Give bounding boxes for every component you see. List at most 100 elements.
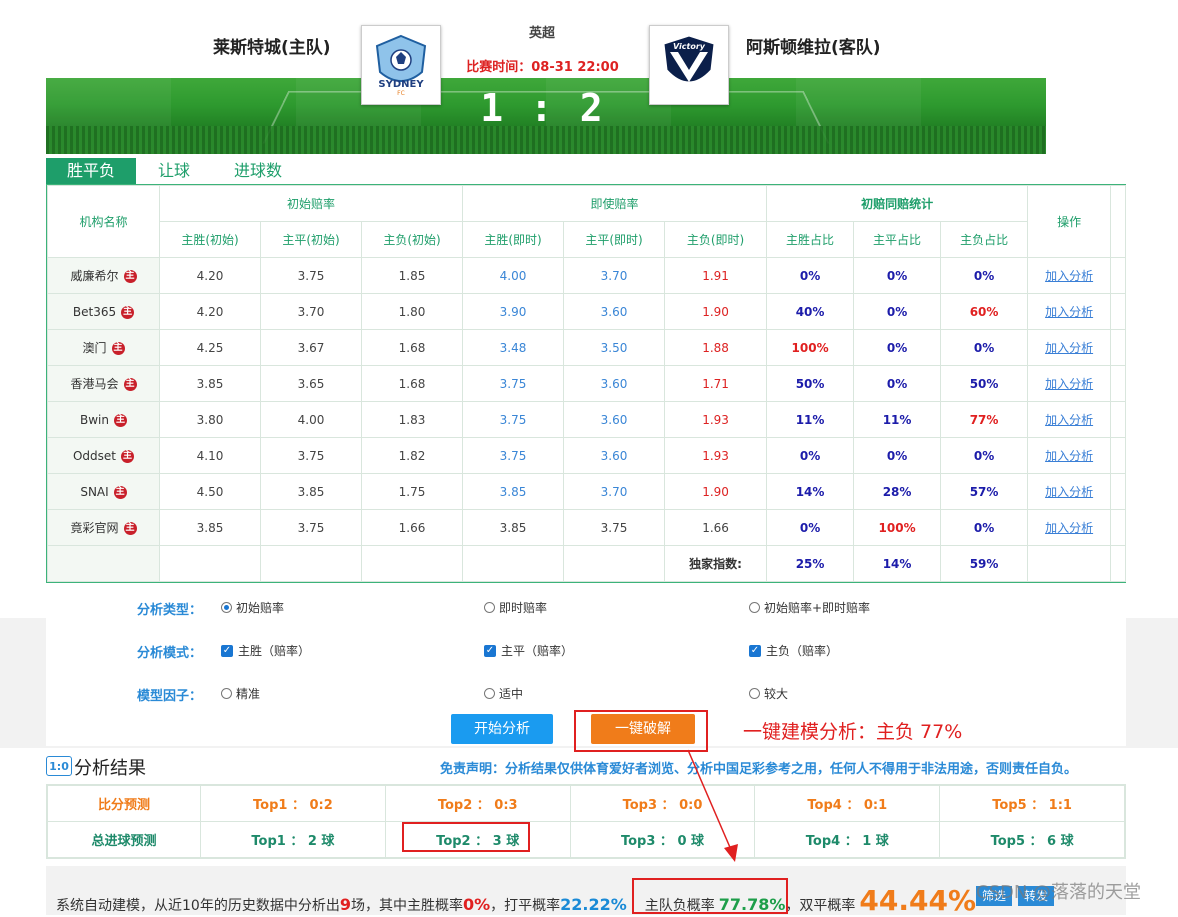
initial-odds: 4.50 xyxy=(159,473,261,510)
goals-top1: Top1 ： 2 球 xyxy=(200,821,386,858)
current-odds: 1.90 xyxy=(664,293,768,330)
score-prediction-label: 比分预测 xyxy=(47,785,201,822)
stat-percent: 0% xyxy=(940,437,1029,474)
col-institution: 机构名称 xyxy=(47,185,160,258)
institution-name: Oddset 主 xyxy=(47,437,160,474)
add-analysis-link[interactable]: 加入分析 xyxy=(1045,305,1093,319)
type-option-initial[interactable]: 初始赔率 xyxy=(221,599,284,616)
initial-odds: 4.20 xyxy=(159,293,261,330)
add-analysis-link[interactable]: 加入分析 xyxy=(1045,377,1093,391)
group-current-odds: 即使赔率 xyxy=(462,185,768,222)
stat-percent: 0% xyxy=(853,365,942,402)
stat-percent: 0% xyxy=(940,257,1029,294)
league-name: 英超 xyxy=(528,26,555,41)
checkbox-icon: ✓ xyxy=(749,644,761,657)
table-row: Bwin 主 3.80 4.00 1.83 3.75 3.60 1.93 11% 11% 77% 加入… xyxy=(47,401,1127,438)
current-odds: 1.90 xyxy=(664,473,768,510)
stat-percent: 0% xyxy=(766,257,855,294)
home-badge-icon: 主 xyxy=(123,378,137,391)
mode-option-home-win[interactable]: ✓ 主胜（赔率） xyxy=(221,642,310,659)
sub-header: 主负占比 xyxy=(940,221,1029,258)
away-team-name: 阿斯顿维拉(客队) xyxy=(746,38,881,58)
summary-bar: 系统自动建模，从近10年的历史数据中分析出 9 场，其中主胜概率 0% ，打平概… xyxy=(46,866,1141,917)
home-badge-icon: 主 xyxy=(111,342,125,355)
goals-top5: Top5 ： 6 球 xyxy=(939,821,1125,858)
factor-option-precise[interactable]: 精准 xyxy=(221,685,260,702)
add-analysis-link[interactable]: 加入分析 xyxy=(1045,341,1093,355)
mode-option-home-lose[interactable]: ✓ 主负（赔率） xyxy=(749,642,838,659)
analysis-type-label: 分析类型： xyxy=(137,603,203,618)
table-row: Bet365 主 4.20 3.70 1.80 3.90 3.60 1.90 40% 0% 60% 加… xyxy=(47,293,1127,330)
sub-header: 主平(初始) xyxy=(260,221,362,258)
away-team-logo: Victory xyxy=(649,25,729,105)
svg-text:FC: FC xyxy=(397,90,405,97)
initial-odds: 1.83 xyxy=(360,401,464,438)
institution-name: SNAI 主 xyxy=(47,473,160,510)
sub-header: 主胜(初始) xyxy=(159,221,261,258)
score-top2: Top2 ： 0:3 xyxy=(384,785,571,822)
institution-name: 竟彩官网主 xyxy=(47,509,160,546)
stat-percent: 0% xyxy=(853,293,942,330)
sub-header: 主胜(即时) xyxy=(462,221,565,258)
exclusive-percent: 25% xyxy=(766,545,855,582)
stat-percent: 50% xyxy=(940,365,1029,402)
current-odds: 1.93 xyxy=(664,437,768,474)
mode-option-draw[interactable]: ✓ 主平（赔率） xyxy=(484,642,573,659)
start-analysis-button[interactable]: 开始分析 xyxy=(451,714,553,744)
factor-option-medium[interactable]: 适中 xyxy=(484,685,523,702)
initial-odds: 1.66 xyxy=(360,509,464,546)
factor-option-large[interactable]: 较大 xyxy=(749,685,788,702)
add-analysis-link[interactable]: 加入分析 xyxy=(1045,485,1093,499)
initial-odds: 1.82 xyxy=(360,437,464,474)
current-odds: 3.85 xyxy=(462,509,565,546)
institution-name: Bet365 主 xyxy=(47,293,160,330)
initial-odds: 4.00 xyxy=(260,401,362,438)
svg-text:Victory: Victory xyxy=(673,42,706,51)
current-odds: 3.85 xyxy=(462,473,565,510)
type-option-current[interactable]: 即时赔率 xyxy=(484,599,547,616)
stat-percent: 77% xyxy=(940,401,1029,438)
type-option-both[interactable]: 初始赔率+即时赔率 xyxy=(749,599,870,616)
current-odds: 3.60 xyxy=(563,401,666,438)
current-odds: 3.70 xyxy=(563,257,666,294)
add-analysis-cell: 加入分析 xyxy=(1027,293,1112,330)
current-odds: 1.66 xyxy=(664,509,768,546)
add-analysis-link[interactable]: 加入分析 xyxy=(1045,521,1093,535)
add-analysis-link[interactable]: 加入分析 xyxy=(1045,269,1093,283)
stat-percent: 14% xyxy=(766,473,855,510)
initial-odds: 4.20 xyxy=(159,257,261,294)
current-odds: 3.75 xyxy=(462,437,565,474)
initial-odds: 3.70 xyxy=(260,293,362,330)
add-analysis-cell: 加入分析 xyxy=(1027,437,1112,474)
institution-name: Bwin 主 xyxy=(47,401,160,438)
initial-odds: 1.85 xyxy=(360,257,464,294)
add-analysis-link[interactable]: 加入分析 xyxy=(1045,449,1093,463)
current-odds: 3.75 xyxy=(462,401,565,438)
score-top1: Top1 ： 0:2 xyxy=(200,785,386,822)
current-odds: 3.70 xyxy=(563,473,666,510)
odds-table: 机构名称 初始赔率 即使赔率 初赔同赔统计 操作 主胜(初始) 主平(初始) 主负(… xyxy=(46,184,1127,583)
current-odds: 4.00 xyxy=(462,257,565,294)
analysis-panel: 分析类型： 初始赔率 即时赔率 初始赔率+即时赔率 分析模式： ✓ 主胜（赔率） … xyxy=(46,586,1126,752)
result-icon: 1:0 xyxy=(46,756,72,776)
initial-odds: 3.67 xyxy=(260,329,362,366)
home-badge-icon: 主 xyxy=(121,305,135,319)
analysis-mode-label: 分析模式： xyxy=(137,646,203,661)
current-odds: 3.50 xyxy=(563,329,666,366)
tab-win-draw-lose[interactable]: 胜平负 xyxy=(46,158,136,184)
exclusive-label: 独家指数: xyxy=(664,545,768,582)
stat-percent: 100% xyxy=(766,329,855,366)
add-analysis-link[interactable]: 加入分析 xyxy=(1045,413,1093,427)
tab-handicap[interactable]: 让球 xyxy=(136,158,212,184)
goals-prediction-label: 总进球预测 xyxy=(47,821,201,858)
table-row: Oddset 主 4.10 3.75 1.82 3.75 3.60 1.93 0% 0% 0% 加入分… xyxy=(47,437,1127,474)
home-team-logo: SYDNEY FC xyxy=(361,25,441,105)
stat-percent: 0% xyxy=(853,329,942,366)
tab-total-goals[interactable]: 进球数 xyxy=(212,158,304,184)
stat-percent: 100% xyxy=(853,509,942,546)
radio-icon xyxy=(221,688,232,699)
radio-icon xyxy=(749,602,760,613)
radio-icon xyxy=(484,688,495,699)
initial-odds: 1.68 xyxy=(360,365,464,402)
current-odds: 3.60 xyxy=(563,437,666,474)
